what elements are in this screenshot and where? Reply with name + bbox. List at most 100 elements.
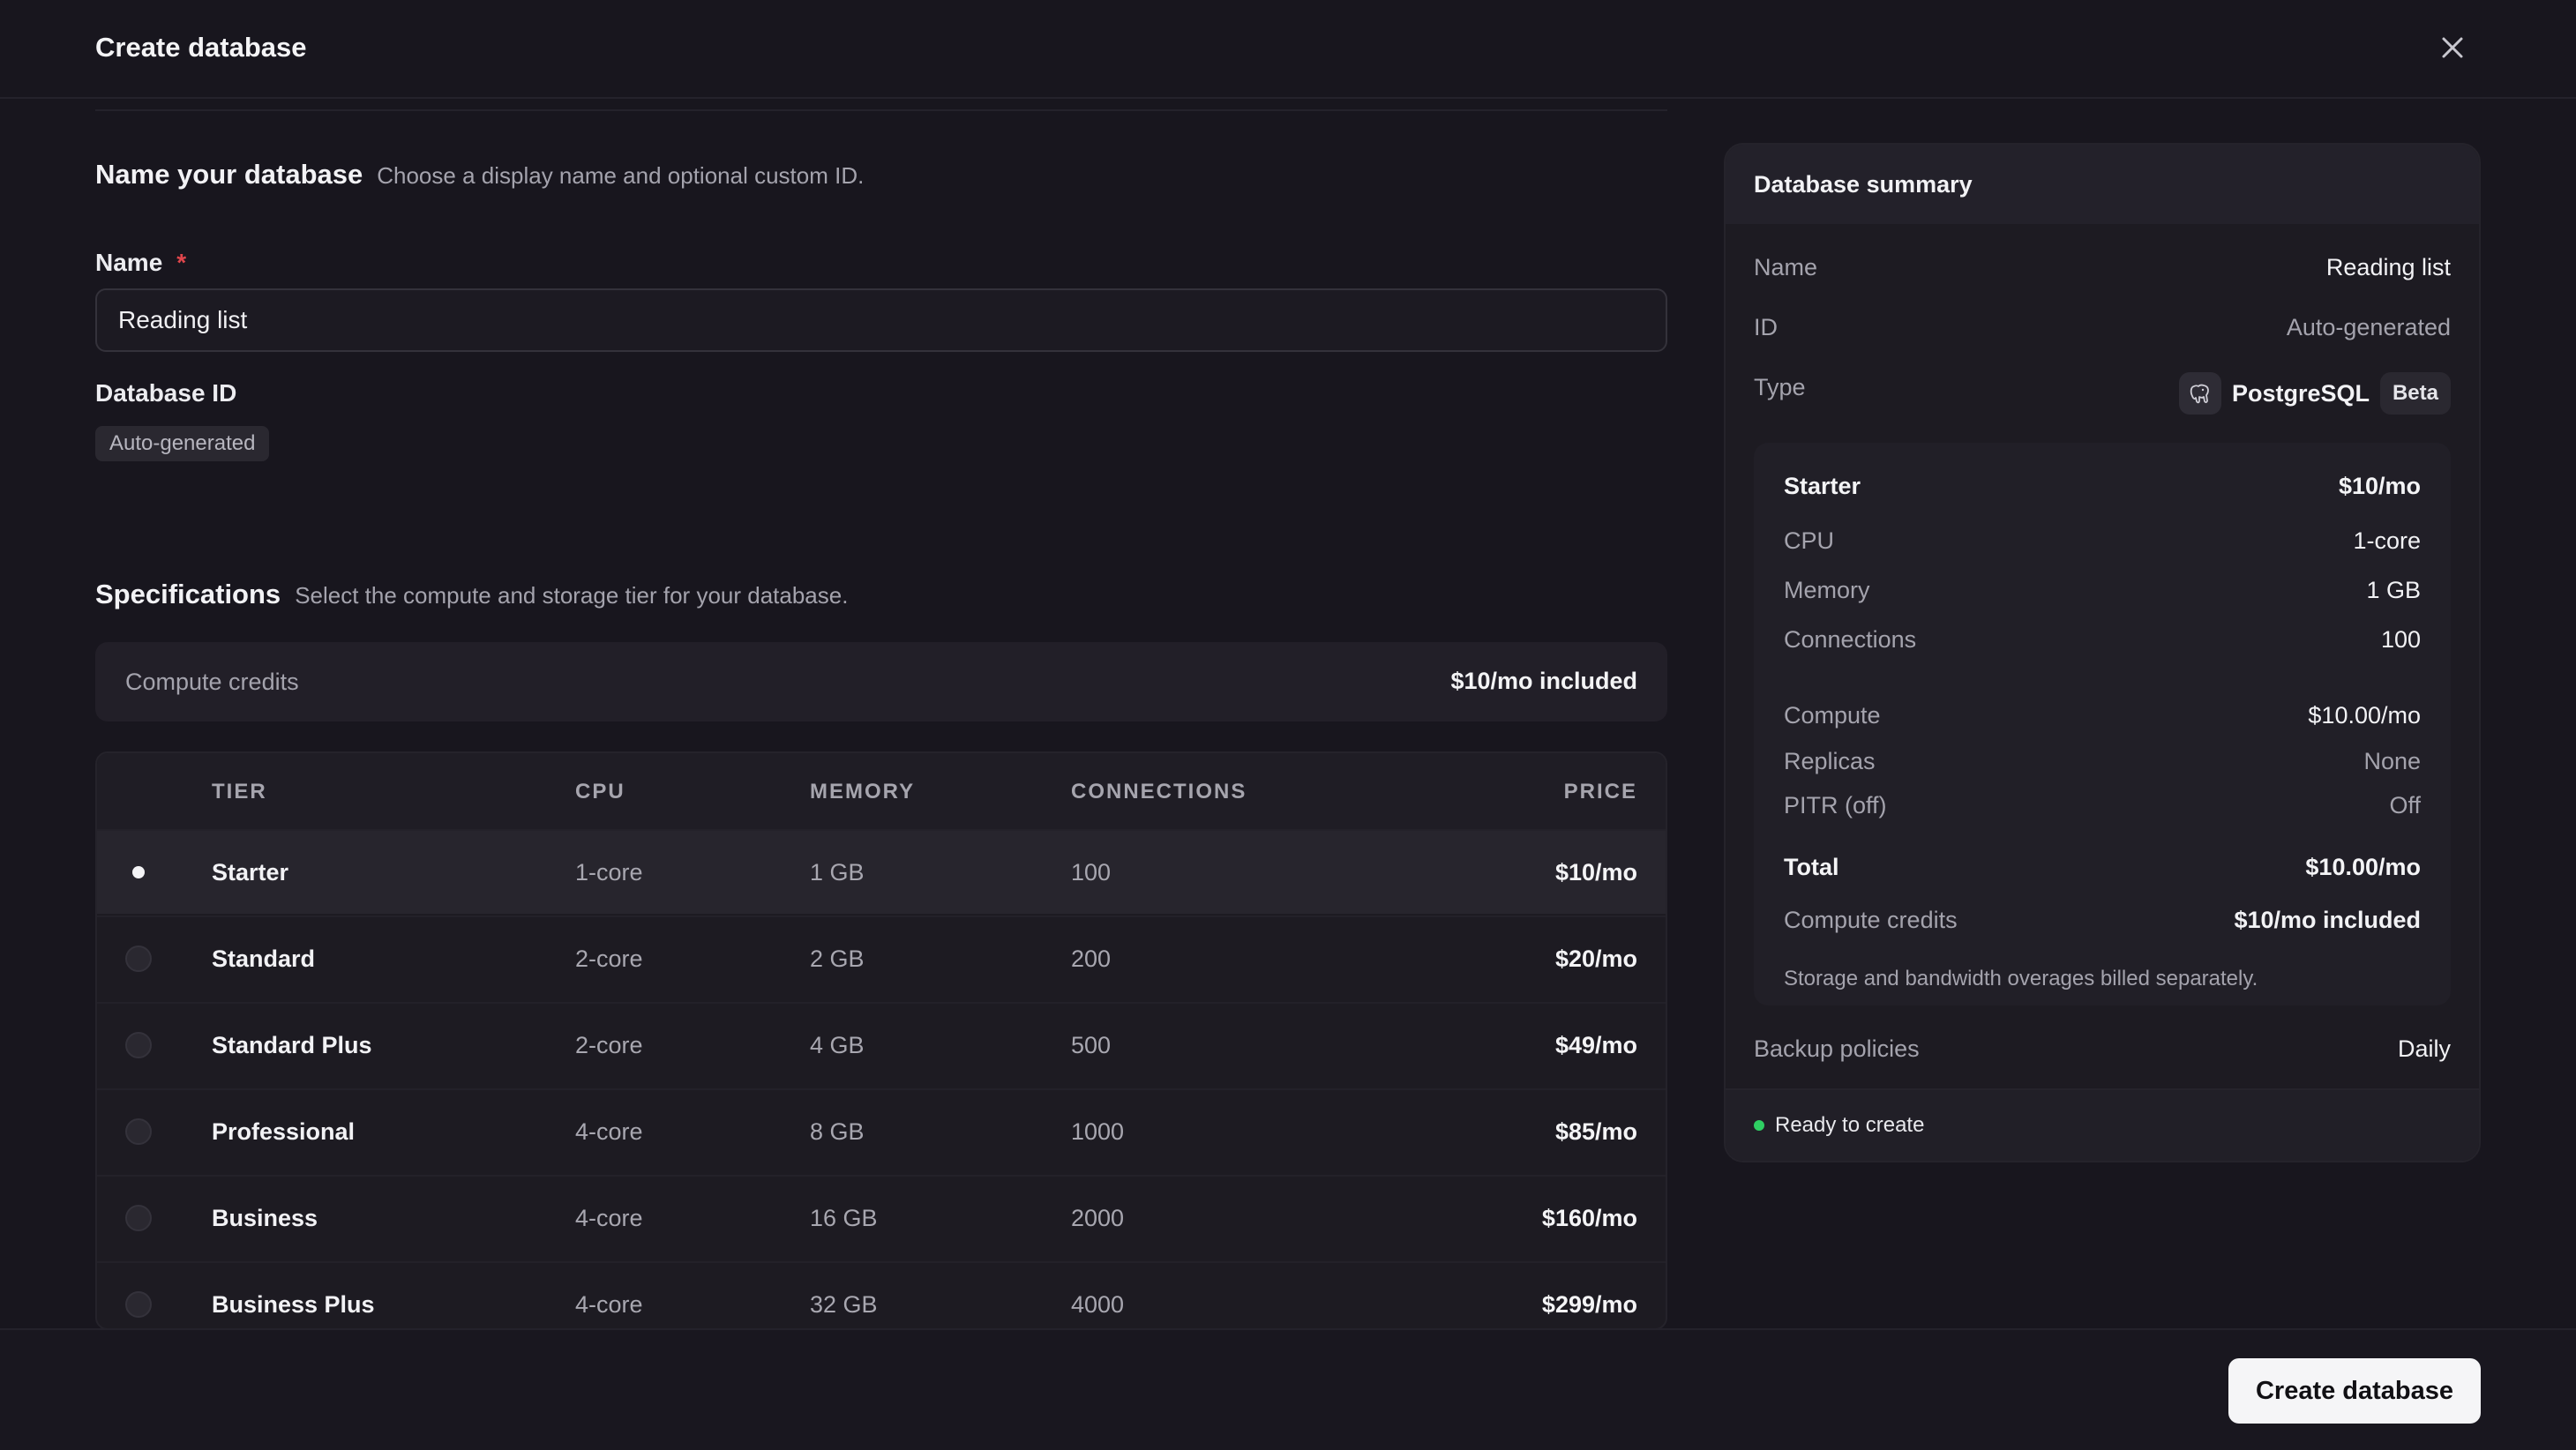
tier-cpu: 1-core xyxy=(575,859,643,886)
section-heading: Specifications xyxy=(95,579,281,609)
name-input[interactable]: Reading list xyxy=(95,288,1667,352)
database-summary-panel: Database summary Name Reading list ID Au… xyxy=(1724,143,2481,1162)
tier-cpu: 2-core xyxy=(575,945,643,972)
connections-value: 100 xyxy=(2380,626,2421,653)
postgres-elephant-icon xyxy=(2178,372,2221,415)
tier-memory: 2 GB xyxy=(810,945,865,972)
compute-label: Compute xyxy=(1784,702,1881,729)
memory-row: Memory 1 GB xyxy=(1784,577,2421,604)
pitr-value: Off xyxy=(2389,792,2421,818)
table-row[interactable]: Business Plus 4-core 32 GB 4000 $299/mo xyxy=(97,1261,1666,1328)
tier-radio[interactable] xyxy=(125,1032,152,1058)
tier-memory: 4 GB xyxy=(810,1032,865,1058)
total-value: $10.00/mo xyxy=(2305,854,2421,880)
plan-row: Starter $10/mo xyxy=(1784,473,2421,500)
backup-row: Backup policies Daily xyxy=(1754,1035,2451,1063)
column-header-connections: CONNECTIONS xyxy=(1071,780,1247,803)
tier-connections: 2000 xyxy=(1071,1205,1125,1231)
tier-name: Professional xyxy=(212,1118,356,1145)
section-subheading: Choose a display name and optional custo… xyxy=(377,162,865,189)
replicas-row: Replicas None xyxy=(1784,748,2421,775)
tier-price: $85/mo xyxy=(1554,1118,1637,1145)
tier-radio[interactable] xyxy=(125,1291,152,1318)
replicas-value: None xyxy=(2363,748,2421,774)
overage-note: Storage and bandwidth overages billed se… xyxy=(1784,967,2258,990)
column-header-tier: TIER xyxy=(212,780,267,803)
tier-radio[interactable] xyxy=(125,1118,152,1145)
cpu-row: CPU 1-core xyxy=(1784,527,2421,555)
tier-name: Starter xyxy=(212,859,289,886)
required-mark: * xyxy=(176,249,187,276)
table-header: TIER CPU MEMORY CONNECTIONS PRICE xyxy=(97,753,1666,829)
divider xyxy=(95,109,1667,111)
tier-name: Standard xyxy=(212,945,316,972)
credits-label: Compute credits xyxy=(1784,907,1958,933)
tier-name: Standard Plus xyxy=(212,1032,372,1058)
tier-memory: 1 GB xyxy=(810,859,865,886)
total-row: Total $10.00/mo xyxy=(1784,854,2421,881)
total-label: Total xyxy=(1784,854,1839,880)
name-input-value: Reading list xyxy=(118,306,248,333)
connections-label: Connections xyxy=(1784,626,1917,653)
column-header-cpu: CPU xyxy=(575,780,625,803)
create-database-button[interactable]: Create database xyxy=(2228,1358,2481,1424)
dialog-header: Create database xyxy=(0,0,2576,99)
tier-radio[interactable] xyxy=(125,859,152,886)
summary-status-bar: Ready to create xyxy=(1726,1088,2479,1161)
memory-value: 1 GB xyxy=(2366,577,2421,603)
replicas-label: Replicas xyxy=(1784,748,1876,774)
pitr-row: PITR (off) Off xyxy=(1784,792,2421,819)
tier-connections: 500 xyxy=(1071,1032,1112,1058)
section-subheading: Select the compute and storage tier for … xyxy=(295,582,849,609)
compute-credits-value: $10/mo included xyxy=(1450,668,1637,694)
table-row[interactable]: Business 4-core 16 GB 2000 $160/mo xyxy=(97,1175,1666,1259)
tier-name: Business Plus xyxy=(212,1291,375,1318)
database-id-badge: Auto-generated xyxy=(95,426,270,461)
tier-price: $10/mo xyxy=(1554,859,1637,886)
name-label: Name * xyxy=(95,249,186,277)
backup-value: Daily xyxy=(2397,1035,2451,1062)
plan-breakdown: Starter $10/mo CPU 1-core Memory 1 GB Co… xyxy=(1754,443,2451,1005)
compute-row: Compute $10.00/mo xyxy=(1784,702,2421,729)
compute-credits-label: Compute credits xyxy=(125,669,299,695)
table-row[interactable]: Standard Plus 2-core 4 GB 500 $49/mo xyxy=(97,1002,1666,1087)
tier-cpu: 2-core xyxy=(575,1032,643,1058)
summary-name-row: Name Reading list xyxy=(1754,254,2451,281)
summary-id-value: Auto-generated xyxy=(2286,314,2451,340)
column-header-memory: MEMORY xyxy=(810,780,916,803)
summary-type-label: Type xyxy=(1754,374,1806,400)
cpu-value: 1-core xyxy=(2353,527,2421,554)
compute-credits-bar: Compute credits $10/mo included xyxy=(95,642,1667,721)
summary-header: Database summary xyxy=(1726,145,2479,224)
tier-cpu: 4-core xyxy=(575,1118,643,1145)
table-row[interactable]: Standard 2-core 2 GB 200 $20/mo xyxy=(97,916,1666,1000)
summary-name-label: Name xyxy=(1754,254,1818,280)
close-button[interactable] xyxy=(2433,28,2472,67)
dialog-title: Create database xyxy=(95,32,307,63)
tier-memory: 16 GB xyxy=(810,1205,878,1231)
status-dot xyxy=(1754,1120,1764,1131)
table-row[interactable]: Professional 4-core 8 GB 1000 $85/mo xyxy=(97,1088,1666,1173)
tier-memory: 8 GB xyxy=(810,1118,865,1145)
spec-section-header: Specifications Select the compute and st… xyxy=(95,579,848,610)
tier-radio[interactable] xyxy=(125,1205,152,1231)
connections-row: Connections 100 xyxy=(1784,626,2421,654)
tier-radio[interactable] xyxy=(125,945,152,972)
cpu-label: CPU xyxy=(1784,527,1835,554)
summary-id-row: ID Auto-generated xyxy=(1754,314,2451,341)
backup-label: Backup policies xyxy=(1754,1035,1920,1062)
dialog-footer: Create database xyxy=(0,1328,2576,1450)
table-row[interactable]: Starter 1-core 1 GB 100 $10/mo xyxy=(97,829,1666,914)
tier-price: $299/mo xyxy=(1541,1291,1637,1318)
tier-price: $160/mo xyxy=(1541,1205,1637,1231)
postgres-label: PostgreSQL xyxy=(2231,379,2370,407)
tier-connections: 4000 xyxy=(1071,1291,1125,1318)
compute-value: $10.00/mo xyxy=(2308,702,2421,729)
tier-connections: 1000 xyxy=(1071,1118,1125,1145)
name-label-text: Name xyxy=(95,249,163,276)
database-id-label: Database ID xyxy=(95,379,237,407)
memory-label: Memory xyxy=(1784,577,1870,603)
column-header-price: PRICE xyxy=(1563,780,1637,803)
pitr-label: PITR (off) xyxy=(1784,792,1887,818)
summary-type-value: PostgreSQL Beta xyxy=(2178,372,2451,415)
